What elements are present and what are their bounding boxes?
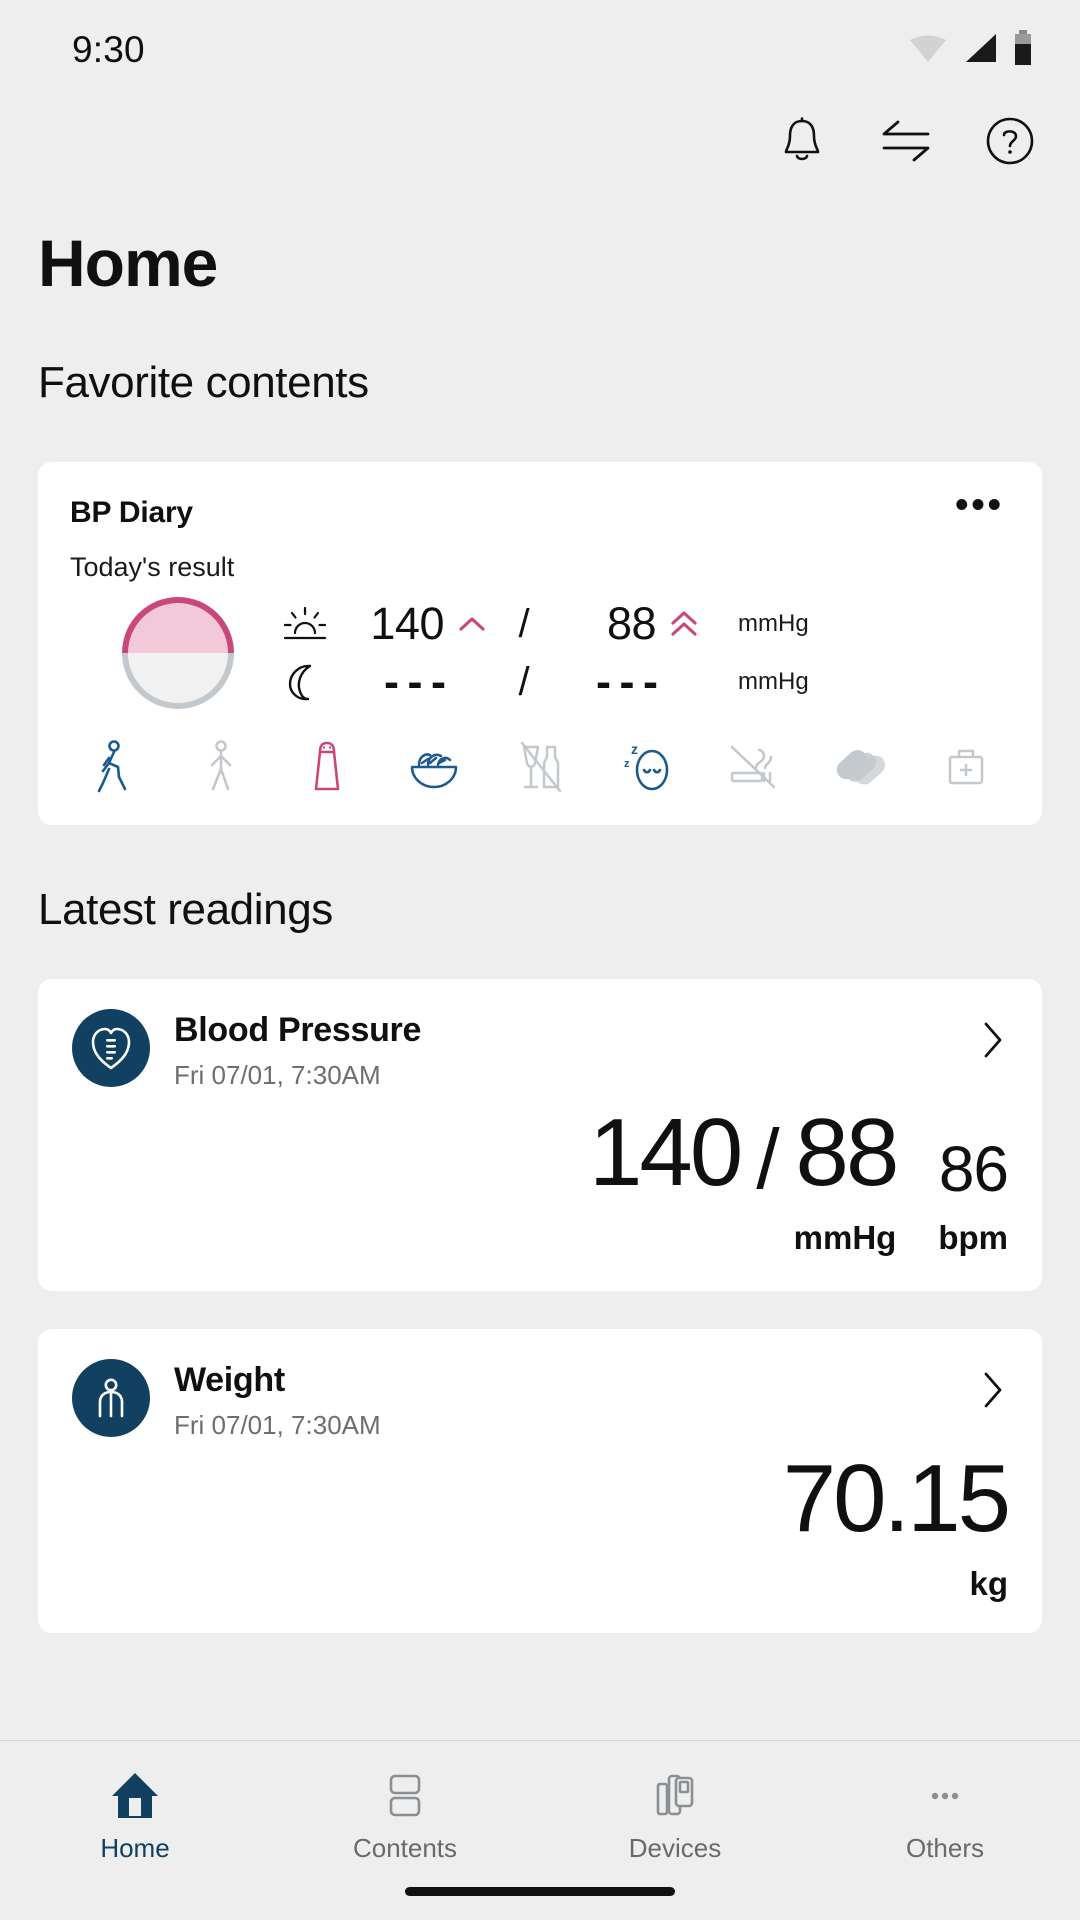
bp-diary-title: BP Diary	[70, 496, 193, 529]
walking-icon[interactable]	[187, 735, 255, 799]
bp-diary-more-button[interactable]: •••	[955, 486, 1004, 524]
person-icon	[72, 1359, 150, 1437]
bp-diary-card[interactable]: BP Diary ••• Today's result 140 / 88 mmH…	[38, 462, 1042, 825]
no-alcohol-icon[interactable]	[506, 735, 574, 799]
weight-unit: kg	[969, 1565, 1008, 1602]
bp-gauge-bottom-half	[122, 653, 234, 709]
blood-pressure-pulse-unit: bpm	[938, 1219, 1008, 1256]
bp-diary-systolic-evening: - - -	[384, 656, 446, 707]
chevron-up-double-icon	[656, 609, 712, 639]
bp-diary-separator-morning: /	[518, 601, 530, 646]
notifications-icon[interactable]	[776, 115, 828, 167]
bp-diary-diastolic-evening: - - -	[596, 656, 658, 707]
battery-icon	[1012, 29, 1034, 71]
blood-pressure-card[interactable]: Blood Pressure Fri 07/01, 7:30AM 140 / 8…	[38, 979, 1042, 1291]
blood-pressure-title: Blood Pressure	[174, 1011, 422, 1049]
blood-pressure-unit: mmHg	[793, 1219, 897, 1256]
nav-label-others: Others	[905, 1833, 985, 1863]
chevron-up-single-icon	[444, 613, 500, 635]
home-icon	[108, 1767, 162, 1825]
bp-diary-separator-evening: /	[518, 659, 530, 704]
heart-monitor-icon	[72, 1009, 150, 1087]
bp-diary-header: BP Diary •••	[38, 486, 1042, 530]
svg-text:z: z	[631, 741, 638, 757]
lifestyle-icon-row: z z	[38, 711, 1042, 799]
blood-pressure-diastolic: 88	[795, 1099, 900, 1206]
bp-diary-diastolic-morning: 88	[606, 598, 657, 649]
exercise-icon[interactable]	[80, 735, 148, 799]
bp-diary-unit-evening: mmHg	[738, 668, 809, 695]
blood-pressure-pulse: 86	[938, 1133, 1009, 1205]
bp-diary-row-morning: 140 / 88 mmHg	[274, 595, 1042, 653]
status-bar: 9:30	[0, 0, 1080, 100]
status-icons	[908, 29, 1034, 71]
weight-title: Weight	[174, 1361, 285, 1399]
salad-bowl-icon[interactable]	[400, 735, 468, 799]
sleep-icon[interactable]: z z	[613, 735, 681, 799]
bp-diary-body: 140 / 88 mmHg - - - / - - - mmHg	[38, 583, 1042, 711]
bp-gauge-wrap	[38, 597, 274, 709]
nav-label-home: Home	[100, 1833, 170, 1863]
favorites-section-title: Favorite contents	[38, 358, 369, 407]
nav-item-others[interactable]: Others	[810, 1741, 1080, 1920]
weight-texts: Weight Fri 07/01, 7:30AM	[150, 1359, 381, 1441]
bp-gauge-top-half	[122, 597, 234, 653]
bp-diary-unit-morning: mmHg	[738, 610, 809, 637]
transfer-icon[interactable]	[880, 115, 932, 167]
devices-icon	[648, 1767, 702, 1825]
bottom-navigation: Home Contents Devices Others	[0, 1740, 1080, 1920]
blood-pressure-timestamp: Fri 07/01, 7:30AM	[174, 1060, 381, 1090]
signal-icon	[962, 32, 998, 69]
chevron-right-icon[interactable]	[980, 1019, 1006, 1066]
blood-pressure-values: 140 / 88 mmHg 86 bpm	[72, 1091, 1009, 1257]
chevron-right-icon[interactable]	[980, 1369, 1006, 1416]
weight-card[interactable]: Weight Fri 07/01, 7:30AM 70.15 kg	[38, 1329, 1042, 1633]
sunrise-icon	[274, 602, 336, 646]
bp-diary-subtitle: Today's result	[70, 552, 235, 582]
contents-icon	[378, 1767, 432, 1825]
home-indicator	[405, 1887, 675, 1896]
bp-diary-row-evening: - - - / - - - mmHg	[274, 653, 1042, 711]
blood-pressure-pulse-column: 86 bpm	[896, 1133, 1009, 1257]
bp-diary-readings: 140 / 88 mmHg - - - / - - - mmHg	[274, 595, 1042, 711]
header-actions	[0, 100, 1080, 182]
blood-pressure-systolic: 140	[589, 1099, 743, 1206]
help-icon[interactable]	[984, 115, 1036, 167]
nav-item-home[interactable]: Home	[0, 1741, 270, 1920]
page-title: Home	[38, 226, 218, 300]
blood-pressure-texts: Blood Pressure Fri 07/01, 7:30AM	[150, 1009, 421, 1091]
blood-pressure-separator: /	[756, 1112, 780, 1206]
blood-pressure-card-header: Blood Pressure Fri 07/01, 7:30AM	[72, 1009, 1008, 1091]
wifi-icon	[908, 32, 948, 69]
salt-shaker-icon[interactable]	[293, 735, 361, 799]
nav-label-devices: Devices	[628, 1833, 722, 1863]
svg-text:z: z	[624, 758, 630, 770]
latest-readings-section-title: Latest readings	[38, 885, 333, 934]
bp-gauge-icon	[122, 597, 234, 709]
no-smoking-icon[interactable]	[719, 735, 787, 799]
more-dots-icon	[918, 1767, 972, 1825]
weight-card-header: Weight Fri 07/01, 7:30AM	[72, 1359, 1008, 1441]
blood-pressure-bp-column: 140 / 88 mmHg	[589, 1099, 900, 1257]
moon-icon	[274, 660, 336, 704]
weight-timestamp: Fri 07/01, 7:30AM	[174, 1410, 381, 1440]
weight-values: 70.15 kg	[72, 1441, 1011, 1603]
status-time: 9:30	[72, 29, 145, 70]
pills-icon[interactable]	[826, 735, 894, 799]
weight-value: 70.15	[782, 1445, 1011, 1552]
nav-label-contents: Contents	[352, 1833, 458, 1863]
medical-kit-icon[interactable]	[932, 735, 1000, 799]
bp-diary-systolic-morning: 140	[370, 598, 444, 649]
